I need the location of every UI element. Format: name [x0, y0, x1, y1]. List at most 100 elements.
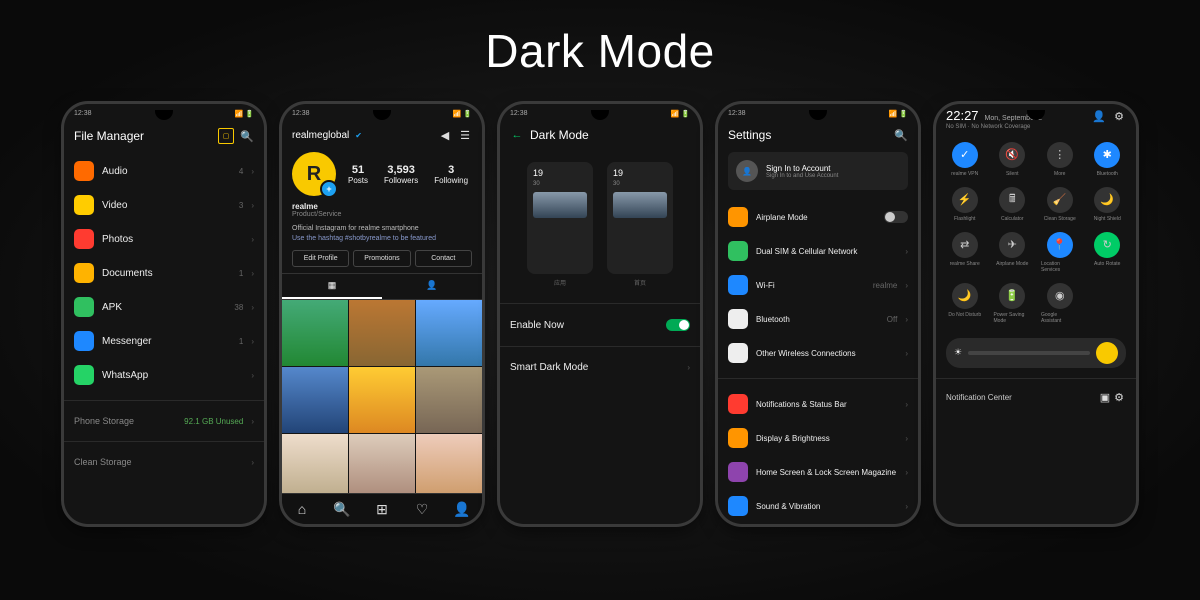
qs-tile[interactable]: 🔇Silent: [994, 142, 1032, 177]
profile-icon[interactable]: 👤: [455, 502, 469, 516]
grid-tab[interactable]: ▦: [282, 274, 382, 299]
photo-thumb[interactable]: [416, 367, 482, 433]
qs-tile[interactable]: ✱Bluetooth: [1089, 142, 1127, 177]
posts-stat[interactable]: 51Posts: [348, 164, 368, 185]
photo-thumb[interactable]: [349, 300, 415, 366]
username[interactable]: realmeglobal: [292, 130, 349, 141]
qs-tile-icon: ⇄: [952, 232, 978, 258]
photo-thumb[interactable]: [282, 300, 348, 366]
settings-row[interactable]: BluetoothOff›: [728, 302, 908, 336]
qs-tile[interactable]: 📍Location Services: [1041, 232, 1079, 273]
file-category-row[interactable]: APK38›: [74, 290, 254, 324]
settings-row[interactable]: Dual SIM & Cellular Network›: [728, 234, 908, 268]
photo-thumb[interactable]: [349, 434, 415, 500]
qs-tile[interactable]: ◉Google Assistant: [1041, 283, 1079, 324]
chevron-right-icon: ›: [251, 458, 254, 467]
setting-label: Bluetooth: [756, 315, 879, 324]
qs-tile[interactable]: 🌙Do Not Disturb: [946, 283, 984, 324]
bio: Official Instagram for realme smartphone…: [292, 224, 472, 244]
settings-row[interactable]: Airplane Mode: [728, 200, 908, 234]
phone-storage-row[interactable]: Phone Storage 92.1 GB Unused ›: [74, 409, 254, 433]
setting-icon: [728, 241, 748, 261]
qs-tile[interactable]: ✓realme VPN: [946, 142, 984, 177]
heart-icon[interactable]: ♡: [415, 502, 429, 516]
enable-toggle[interactable]: [666, 319, 690, 331]
add-badge-icon[interactable]: +: [320, 180, 338, 198]
search-icon[interactable]: 🔍: [335, 502, 349, 516]
phones-row: 12:38📶 🔋 File Manager ▢ 🔍 Audio4›Video3›…: [24, 104, 1176, 524]
avatar[interactable]: R+: [292, 152, 336, 196]
qs-tile[interactable]: ✈Airplane Mode: [994, 232, 1032, 273]
category-icon: [74, 331, 94, 351]
qs-tile[interactable]: ⇄realme Share: [946, 232, 984, 273]
category-label: Audio: [102, 166, 231, 177]
search-icon[interactable]: 🔍: [240, 129, 254, 143]
settings-row[interactable]: Home Screen & Lock Screen Magazine›: [728, 455, 908, 489]
status-time: 12:38: [292, 110, 310, 118]
back-icon[interactable]: ◀: [438, 128, 452, 142]
setting-label: Other Wireless Connections: [756, 349, 897, 358]
clear-icon[interactable]: ▣: [1098, 391, 1112, 405]
followers-stat[interactable]: 3,593Followers: [384, 164, 418, 185]
qs-tile[interactable]: 🌙Night Shield: [1089, 187, 1127, 222]
toggle[interactable]: [884, 211, 908, 223]
contact-button[interactable]: Contact: [415, 250, 472, 267]
settings-row[interactable]: Wi-Firealme›: [728, 268, 908, 302]
qs-tile[interactable]: 🔋Power Saving Mode: [994, 283, 1032, 324]
darkmode-header: ← Dark Mode: [510, 124, 690, 152]
home-icon[interactable]: ⌂: [295, 502, 309, 516]
back-icon[interactable]: ←: [510, 128, 524, 142]
qs-tile-icon: ↻: [1094, 232, 1120, 258]
search-icon[interactable]: 🔍: [894, 128, 908, 142]
following-stat[interactable]: 3Following: [434, 164, 468, 185]
file-category-row[interactable]: Audio4›: [74, 154, 254, 188]
photo-thumb[interactable]: [416, 434, 482, 500]
qs-tile[interactable]: ⋮More: [1041, 142, 1079, 177]
photo-thumb[interactable]: [282, 367, 348, 433]
promotions-button[interactable]: Promotions: [353, 250, 410, 267]
cast-icon[interactable]: ▢: [218, 128, 234, 144]
file-category-row[interactable]: Messenger1›: [74, 324, 254, 358]
add-icon[interactable]: ⊞: [375, 502, 389, 516]
file-category-row[interactable]: WhatsApp›: [74, 358, 254, 392]
settings-row[interactable]: Notifications & Status Bar›: [728, 387, 908, 421]
edit-profile-button[interactable]: Edit Profile: [292, 250, 349, 267]
chevron-right-icon: ›: [905, 468, 908, 477]
signin-row[interactable]: 👤 Sign In to AccountSign In to and Use A…: [728, 152, 908, 190]
settings-row[interactable]: Display & Brightness›: [728, 421, 908, 455]
enable-now-row[interactable]: Enable Now: [510, 312, 690, 338]
qs-tile[interactable]: ↻Auto Rotate: [1089, 232, 1127, 273]
setting-icon: [728, 394, 748, 414]
smart-darkmode-row[interactable]: Smart Dark Mode ›: [510, 355, 690, 380]
qs-tile[interactable]: ⚡Flashlight: [946, 187, 984, 222]
settings-row[interactable]: Other Wireless Connections›: [728, 336, 908, 370]
preview-dark[interactable]: 1930: [527, 162, 593, 274]
qs-tile-icon: ✓: [952, 142, 978, 168]
photo-thumb[interactable]: [349, 367, 415, 433]
tagged-tab[interactable]: 👤: [382, 274, 482, 299]
file-category-row[interactable]: Documents1›: [74, 256, 254, 290]
file-category-row[interactable]: Photos›: [74, 222, 254, 256]
brightness-slider[interactable]: ☀: [946, 338, 1126, 368]
menu-icon[interactable]: ☰: [458, 128, 472, 142]
setting-icon: [728, 309, 748, 329]
qs-tile-icon: ⋮: [1047, 142, 1073, 168]
screen-title: Settings: [728, 128, 771, 142]
status-icons: 📶 🔋: [671, 110, 690, 118]
category-icon: [74, 195, 94, 215]
user-icon[interactable]: 👤: [1092, 110, 1106, 124]
gear-icon[interactable]: ⚙: [1112, 110, 1126, 124]
photo-thumb[interactable]: [282, 434, 348, 500]
setting-icon: [728, 343, 748, 363]
file-category-row[interactable]: Video3›: [74, 188, 254, 222]
settings-row[interactable]: Sound & Vibration›: [728, 489, 908, 523]
clean-storage-row[interactable]: Clean Storage ›: [74, 450, 254, 474]
status-icons: 📶 🔋: [453, 110, 472, 118]
photo-thumb[interactable]: [416, 300, 482, 366]
preview-light[interactable]: 1930: [607, 162, 673, 274]
qs-tile[interactable]: 🖩Calculator: [994, 187, 1032, 222]
settings-row[interactable]: Do Not Disturb›: [728, 523, 908, 524]
qs-tile[interactable]: 🧹Clean Storage: [1041, 187, 1079, 222]
settings-icon[interactable]: ⚙: [1112, 391, 1126, 405]
brightness-fab[interactable]: [1096, 342, 1118, 364]
